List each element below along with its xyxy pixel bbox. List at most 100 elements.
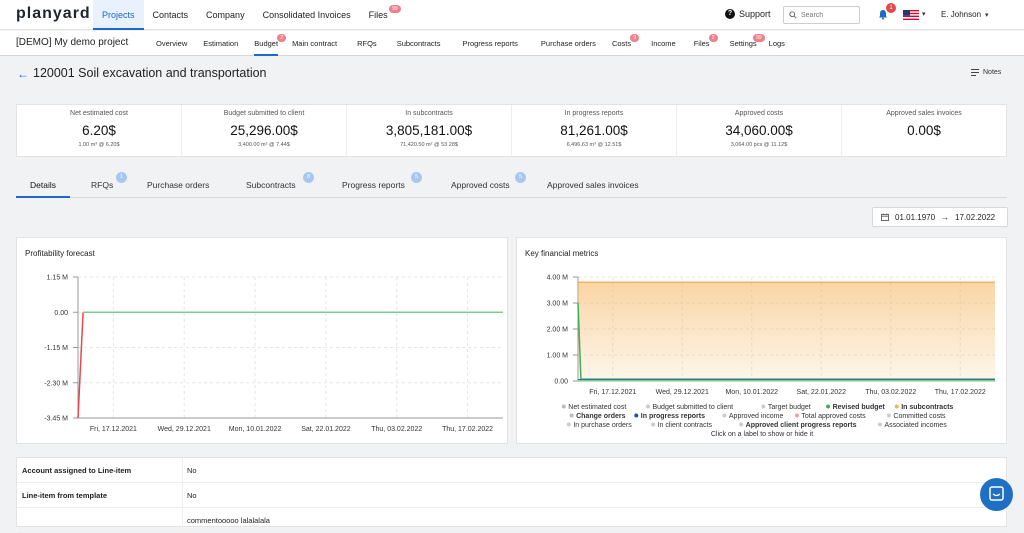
tab-badge: 5 bbox=[411, 172, 422, 183]
legend-item-committed-costs[interactable]: Committed costs bbox=[893, 413, 946, 420]
subnav-label: Subcontracts bbox=[396, 39, 441, 48]
legend-item-total-approved-costs[interactable]: Total approved costs bbox=[801, 413, 866, 420]
legend-item-target-budget[interactable]: Target budget bbox=[768, 404, 811, 411]
stat-label: In subcontracts bbox=[405, 110, 453, 117]
row-divider bbox=[182, 483, 183, 508]
notes-button[interactable]: Notes bbox=[971, 69, 1001, 76]
search-input[interactable] bbox=[801, 11, 856, 19]
legend-item-associated-incomes[interactable]: Associated incomes bbox=[884, 422, 947, 429]
subnav-income[interactable]: Income bbox=[651, 31, 676, 56]
tab-subcontracts[interactable]: Subcontracts bbox=[246, 180, 296, 190]
chat-launcher-button[interactable] bbox=[980, 478, 1013, 511]
y-tick-label: 0.00 bbox=[554, 379, 568, 386]
tab-progress-reports[interactable]: Progress reports bbox=[342, 180, 405, 190]
nav-contacts[interactable]: Contacts bbox=[144, 0, 198, 30]
legend-item-in-subcontracts[interactable]: In subcontracts bbox=[901, 404, 953, 411]
us-flag-icon[interactable] bbox=[903, 10, 919, 20]
x-tick-label: Thu, 17.02.2022 bbox=[442, 426, 493, 433]
date-range-picker[interactable]: 01.01.1970 → 17.02.2022 bbox=[872, 207, 1008, 227]
subnav-label: Progress reports bbox=[462, 39, 518, 48]
subnav-estimation[interactable]: Estimation bbox=[203, 31, 238, 56]
subnav-settings[interactable]: Settings 99 bbox=[730, 31, 765, 56]
subnav-label: Overview bbox=[156, 39, 188, 48]
support-link[interactable]: ? Support bbox=[725, 9, 771, 19]
tab-approved-sales-invoices[interactable]: Approved sales invoices bbox=[547, 180, 639, 190]
legend-item-in-progress-reports[interactable]: In progress reports bbox=[641, 413, 705, 420]
stat-subtext: 71,420.50 m² @ 53.28$ bbox=[400, 142, 458, 148]
subnav-badge: 99 bbox=[753, 34, 765, 42]
subnav-purchase-orders[interactable]: Purchase orders bbox=[541, 31, 596, 56]
y-tick-label: -1.15 M bbox=[44, 345, 68, 352]
profitability-forecast-card: Profitability forecast 1.15 M 0.00 -1.15 M… bbox=[16, 237, 508, 444]
legend-marker bbox=[646, 404, 650, 409]
tab-details[interactable]: Details bbox=[30, 180, 56, 190]
tab-label: Purchase orders bbox=[147, 180, 210, 190]
nav-label: Files bbox=[368, 10, 388, 20]
legend-item-in-purchase-orders[interactable]: In purchase orders bbox=[573, 422, 632, 429]
legend-marker bbox=[877, 422, 882, 427]
subnav-overview[interactable]: Overview bbox=[156, 31, 187, 56]
project-name[interactable]: [DEMO] My demo project bbox=[16, 37, 128, 48]
stat-value: 81,261.00$ bbox=[560, 123, 628, 138]
legend-item-in-client-contracts[interactable]: In client contracts bbox=[658, 422, 713, 429]
nav-consolidated-invoices[interactable]: Consolidated Invoices bbox=[254, 0, 360, 30]
date-from: 01.01.1970 bbox=[895, 212, 936, 222]
search-icon bbox=[789, 11, 797, 19]
tab-rfqs[interactable]: RFQs bbox=[91, 180, 113, 190]
x-tick-label: Sat, 22.01.2022 bbox=[301, 426, 351, 433]
legend-item-net-estimated-cost[interactable]: Net estimated cost bbox=[568, 404, 626, 411]
stat-value: 25,296.00$ bbox=[230, 123, 298, 138]
legend-hint: Click on a label to show or hide it bbox=[711, 431, 813, 438]
legend-marker bbox=[566, 422, 571, 427]
legend-item-change-orders[interactable]: Change orders bbox=[576, 413, 626, 420]
search-box[interactable] bbox=[783, 6, 860, 24]
subnav-progress-reports[interactable]: Progress reports bbox=[462, 31, 517, 56]
row-divider bbox=[182, 458, 183, 483]
tab-purchase-orders[interactable]: Purchase orders bbox=[147, 180, 209, 190]
x-tick-label: Thu, 03.02.2022 bbox=[865, 389, 916, 396]
profitability-forecast-chart: 1.15 M 0.00 -1.15 M -2.30 M -3.45 M Fri, 17.1… bbox=[44, 275, 503, 433]
user-menu[interactable]: E. Johnson ▾ bbox=[941, 10, 989, 19]
tab-label: Progress reports bbox=[342, 180, 405, 190]
top-bar: planyard Projects Contacts Company Consolid… bbox=[0, 0, 1024, 30]
subnav-rfqs[interactable]: RFQs bbox=[357, 31, 377, 56]
legend-marker bbox=[794, 413, 799, 418]
subnav-costs[interactable]: Costs 9 bbox=[611, 31, 640, 56]
back-arrow-icon[interactable]: ← bbox=[17, 67, 29, 81]
stat-label: In progress reports bbox=[564, 110, 624, 117]
nav-label: Company bbox=[206, 10, 245, 20]
brand-logo[interactable]: planyard bbox=[16, 5, 91, 23]
legend-item-budget-submitted-to-client[interactable]: Budget submitted to client bbox=[653, 404, 734, 411]
tab-badge: 8 bbox=[303, 172, 314, 183]
subnav-subcontracts[interactable]: Subcontracts bbox=[397, 31, 441, 56]
legend-item-revised-budget[interactable]: Revised budget bbox=[833, 404, 886, 411]
tab-approved-costs[interactable]: Approved costs bbox=[451, 180, 510, 190]
attribute-key: Line-item from template bbox=[22, 491, 108, 500]
subnav-main-contract[interactable]: Main contract bbox=[292, 31, 337, 56]
chevron-down-icon: ▾ bbox=[985, 11, 989, 19]
tab-label: RFQs bbox=[91, 180, 114, 190]
subnav-label: Costs bbox=[611, 39, 632, 48]
stat-budget-submitted-to-client: Budget submitted to client 25,296.00$ 3,40… bbox=[182, 105, 347, 156]
subnav-budget[interactable]: Budget 2 bbox=[254, 31, 287, 56]
series-in-subcontracts-area bbox=[578, 282, 995, 381]
legend-marker bbox=[634, 413, 639, 418]
x-tick-label: Mon, 10.01.2022 bbox=[725, 389, 778, 396]
y-tick-label: 0.00 bbox=[54, 310, 68, 317]
legend-item-approved-client-progress-reports[interactable]: Approved client progress reports bbox=[746, 422, 857, 429]
nav-files[interactable]: Files 99 bbox=[360, 0, 401, 30]
subnav-logs[interactable]: Logs bbox=[769, 31, 785, 56]
tab-badge: 1 bbox=[116, 172, 127, 183]
legend-item-approved-income[interactable]: Approved income bbox=[729, 413, 784, 420]
subnav-badge: 2 bbox=[708, 34, 718, 42]
key-financial-metrics-card: Key financial metrics 4.00 M 3.00 M 2.00 M… bbox=[516, 237, 1007, 444]
attribute-row: Account assigned to Line-item No bbox=[17, 458, 1008, 483]
nav-company[interactable]: Company bbox=[197, 0, 254, 30]
subnav-files[interactable]: Files 2 bbox=[694, 31, 718, 56]
subnav-badge: 2 bbox=[277, 34, 287, 42]
language-chevron-icon[interactable]: ▾ bbox=[922, 10, 926, 18]
notes-label: Notes bbox=[983, 69, 1002, 76]
nav-projects[interactable]: Projects bbox=[93, 0, 144, 30]
legend-marker bbox=[894, 404, 899, 409]
subnav-badge: 9 bbox=[630, 34, 640, 42]
